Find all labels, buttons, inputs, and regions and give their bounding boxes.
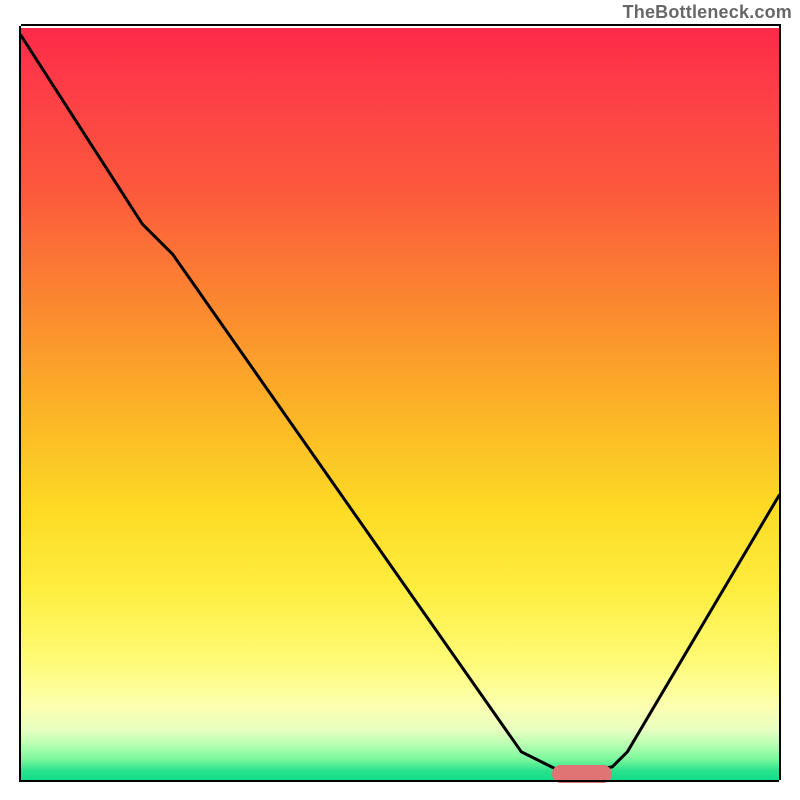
optimal-range-marker — [552, 765, 613, 783]
plot-area — [21, 28, 779, 782]
watermark-label: TheBottleneck.com — [623, 2, 792, 23]
heatmap-gradient — [21, 28, 779, 782]
chart-stage: TheBottleneck.com — [0, 0, 800, 800]
